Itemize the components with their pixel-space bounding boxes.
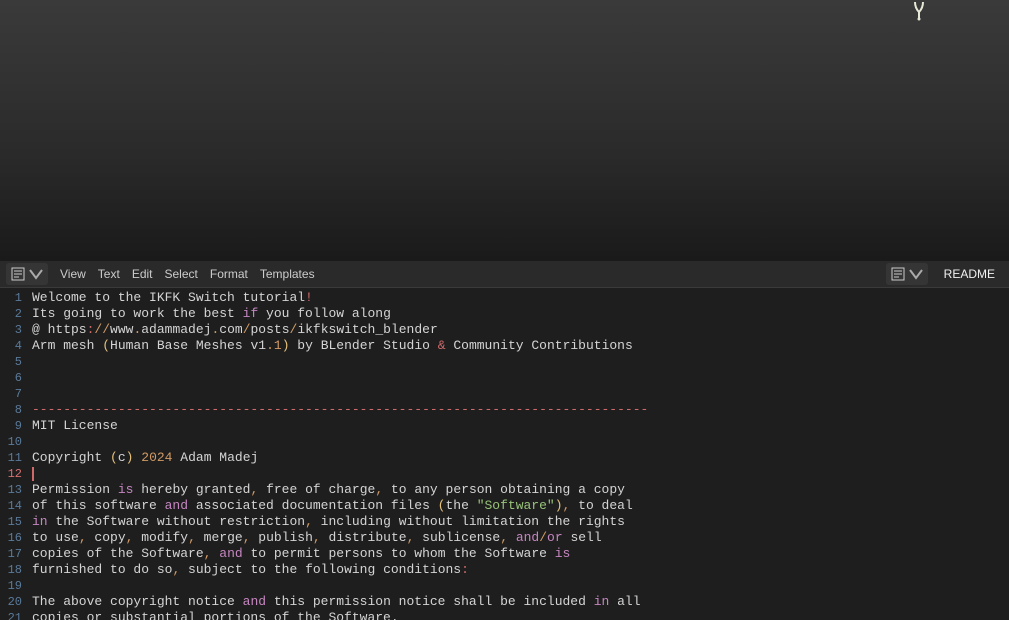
menu-format[interactable]: Format <box>210 267 248 281</box>
line-number: 7 <box>0 386 22 402</box>
line-number: 2 <box>0 306 22 322</box>
line-number: 17 <box>0 546 22 562</box>
line-number: 4 <box>0 338 22 354</box>
menu-templates[interactable]: Templates <box>260 267 315 281</box>
code-line <box>32 578 1009 594</box>
menu-view[interactable]: View <box>60 267 86 281</box>
code-line <box>32 466 1009 482</box>
code-line: Its going to work the best if you follow… <box>32 306 1009 322</box>
code-line: Welcome to the IKFK Switch tutorial! <box>32 290 1009 306</box>
line-number: 3 <box>0 322 22 338</box>
3d-viewport[interactable] <box>0 0 1009 260</box>
menu-edit[interactable]: Edit <box>132 267 153 281</box>
code-line: MIT License <box>32 418 1009 434</box>
line-number: 12 <box>0 466 22 482</box>
line-number-gutter: 123456789101112131415161718192021 <box>0 288 28 620</box>
code-line <box>32 386 1009 402</box>
code-line: copies or substantial portions of the So… <box>32 610 1009 620</box>
line-number: 16 <box>0 530 22 546</box>
text-cursor <box>32 467 34 481</box>
line-number: 11 <box>0 450 22 466</box>
line-number: 8 <box>0 402 22 418</box>
code-line <box>32 370 1009 386</box>
code-line <box>32 434 1009 450</box>
code-line <box>32 354 1009 370</box>
line-number: 20 <box>0 594 22 610</box>
menu-select[interactable]: Select <box>165 267 198 281</box>
line-number: 9 <box>0 418 22 434</box>
code-line: in the Software without restriction, inc… <box>32 514 1009 530</box>
chevron-down-icon <box>908 266 924 282</box>
editor-type-selector[interactable] <box>6 263 48 285</box>
text-editor-icon <box>10 266 26 282</box>
code-line: @ https://www.adammadej.com/posts/ikfksw… <box>32 322 1009 338</box>
code-line: of this software and associated document… <box>32 498 1009 514</box>
code-line: to use, copy, modify, merge, publish, di… <box>32 530 1009 546</box>
code-line: The above copyright notice and this perm… <box>32 594 1009 610</box>
line-number: 14 <box>0 498 22 514</box>
code-line: ----------------------------------------… <box>32 402 1009 418</box>
text-editor-body: 123456789101112131415161718192021 Welcom… <box>0 288 1009 620</box>
menu-text[interactable]: Text <box>98 267 120 281</box>
line-number: 5 <box>0 354 22 370</box>
text-datablock-selector[interactable] <box>886 263 928 285</box>
line-number: 10 <box>0 434 22 450</box>
line-number: 21 <box>0 610 22 620</box>
line-number: 13 <box>0 482 22 498</box>
line-number: 1 <box>0 290 22 306</box>
line-number: 19 <box>0 578 22 594</box>
text-file-icon <box>890 266 906 282</box>
code-line: Arm mesh (Human Base Meshes v1.1) by BLe… <box>32 338 1009 354</box>
code-line: furnished to do so, subject to the follo… <box>32 562 1009 578</box>
chevron-down-icon <box>28 266 44 282</box>
code-line: copies of the Software, and to permit pe… <box>32 546 1009 562</box>
text-editor-header: View Text Edit Select Format Templates R… <box>0 260 1009 288</box>
file-name-field[interactable]: README <box>936 264 1003 284</box>
line-number: 15 <box>0 514 22 530</box>
armature-handle <box>909 0 929 22</box>
line-number: 6 <box>0 370 22 386</box>
code-content[interactable]: Welcome to the IKFK Switch tutorial!Its … <box>28 288 1009 620</box>
code-line: Copyright (c) 2024 Adam Madej <box>32 450 1009 466</box>
code-line: Permission is hereby granted, free of ch… <box>32 482 1009 498</box>
line-number: 18 <box>0 562 22 578</box>
